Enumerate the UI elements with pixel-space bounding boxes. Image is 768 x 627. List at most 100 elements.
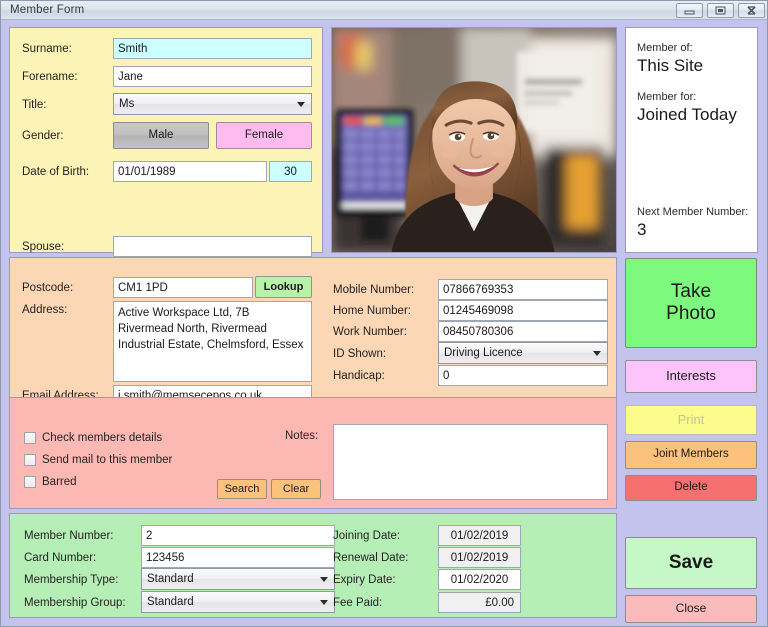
forename-input[interactable]: Jane xyxy=(113,66,312,87)
handicap-label: Handicap: xyxy=(333,370,385,382)
notes-label: Notes: xyxy=(285,430,319,442)
membership-details-panel: Member Number: 2 Card Number: 123456 Mem… xyxy=(9,513,617,618)
save-button[interactable]: Save xyxy=(625,537,757,589)
age-display: 30 xyxy=(269,161,312,182)
surname-label: Surname: xyxy=(22,43,72,55)
search-button[interactable]: Search xyxy=(217,479,267,499)
postcode-lookup-button[interactable]: Lookup xyxy=(255,276,312,298)
membership-type-label: Membership Type: xyxy=(24,574,119,586)
work-number-input[interactable]: 08450780306 xyxy=(438,321,608,342)
gender-male-button[interactable]: Male xyxy=(113,122,209,149)
title-label: Title: xyxy=(22,99,47,111)
member-number-input[interactable]: 2 xyxy=(141,525,335,546)
next-member-number-label: Next Member Number: xyxy=(637,206,749,218)
member-for-label: Member for: xyxy=(637,91,697,103)
print-button[interactable]: Print xyxy=(625,405,757,435)
title-select-value: Ms xyxy=(119,98,135,110)
mobile-number-label: Mobile Number: xyxy=(333,284,415,296)
address-input[interactable]: Active Workspace Ltd, 7B Rivermead North… xyxy=(113,301,312,382)
member-for-value: Joined Today xyxy=(637,105,737,124)
id-shown-label: ID Shown: xyxy=(333,348,387,360)
spouse-label: Spouse: xyxy=(22,241,65,253)
postcode-input[interactable]: CM1 1PD xyxy=(113,277,253,298)
member-photo[interactable] xyxy=(331,27,617,253)
chevron-down-icon xyxy=(297,102,305,107)
member-photo-image xyxy=(332,28,616,252)
window-controls xyxy=(676,3,765,18)
close-icon xyxy=(745,5,758,16)
delete-button[interactable]: Delete xyxy=(625,475,757,501)
membership-type-select[interactable]: Standard xyxy=(141,568,335,590)
gender-label: Gender: xyxy=(22,130,64,142)
postcode-label: Postcode: xyxy=(22,282,74,294)
restore-button[interactable] xyxy=(707,3,734,18)
expiry-date-label: Expiry Date: xyxy=(333,574,396,586)
chevron-down-icon xyxy=(320,577,328,582)
fee-paid-label: Fee Paid: xyxy=(333,597,383,609)
membership-group-value: Standard xyxy=(147,596,194,608)
checkbox-icon xyxy=(24,476,36,488)
barred-label: Barred xyxy=(42,476,77,488)
renewal-date-label: Renewal Date: xyxy=(333,552,409,564)
minimize-button[interactable] xyxy=(676,3,703,18)
address-label: Address: xyxy=(22,304,68,316)
next-member-number-value: 3 xyxy=(637,220,647,239)
home-number-label: Home Number: xyxy=(333,305,411,317)
member-number-label: Member Number: xyxy=(24,530,114,542)
joint-members-button[interactable]: Joint Members xyxy=(625,441,757,469)
member-of-value: This Site xyxy=(637,56,704,75)
title-select[interactable]: Ms xyxy=(113,93,312,115)
home-number-input[interactable]: 01245469098 xyxy=(438,300,608,321)
chevron-down-icon xyxy=(320,600,328,605)
surname-input[interactable]: Smith xyxy=(113,38,312,59)
send-mail-label: Send mail to this member xyxy=(42,454,173,466)
work-number-label: Work Number: xyxy=(333,326,407,338)
date-of-birth-input[interactable]: 01/01/1989 xyxy=(113,161,267,182)
membership-type-value: Standard xyxy=(147,573,194,585)
fee-paid-input: £0.00 xyxy=(438,592,521,613)
renewal-date-input[interactable]: 01/02/2019 xyxy=(438,547,521,568)
membership-group-label: Membership Group: xyxy=(24,597,126,609)
personal-details-panel: Surname: Smith Forename: Jane Title: Ms … xyxy=(9,27,323,257)
membership-info-panel: Member of: This Site Member for: Joined … xyxy=(625,27,758,253)
title-bar: Member Form xyxy=(1,1,767,20)
id-shown-select-value: Driving Licence xyxy=(444,347,523,359)
notes-textarea[interactable] xyxy=(333,424,608,500)
restore-icon xyxy=(714,5,727,16)
forename-label: Forename: xyxy=(22,71,78,83)
membership-group-select[interactable]: Standard xyxy=(141,591,335,613)
contact-details-panel: Postcode: CM1 1PD Lookup Address: Active… xyxy=(9,257,617,412)
minimize-icon xyxy=(683,6,696,15)
handicap-input[interactable]: 0 xyxy=(438,365,608,386)
chevron-down-icon xyxy=(593,351,601,356)
checkbox-icon xyxy=(24,432,36,444)
checkbox-icon xyxy=(24,454,36,466)
barred-checkbox[interactable]: Barred xyxy=(24,476,77,488)
interests-button[interactable]: Interests xyxy=(625,360,757,393)
member-flags-panel: Check members details Send mail to this … xyxy=(9,397,617,509)
joining-date-label: Joining Date: xyxy=(333,530,401,542)
take-photo-line1: Take xyxy=(670,281,712,303)
clear-button[interactable]: Clear xyxy=(271,479,321,499)
window-title: Member Form xyxy=(10,4,85,16)
member-form-window: Member Form Surname: Smith Forename: Jan… xyxy=(0,0,768,627)
close-button[interactable] xyxy=(738,3,765,18)
take-photo-button[interactable]: Take Photo xyxy=(625,258,757,348)
form-client-area: Surname: Smith Forename: Jane Title: Ms … xyxy=(1,20,767,626)
spouse-input[interactable] xyxy=(113,236,312,257)
check-members-details-checkbox[interactable]: Check members details xyxy=(24,432,162,444)
card-number-label: Card Number: xyxy=(24,552,97,564)
close-form-button[interactable]: Close xyxy=(625,595,757,623)
joining-date-input[interactable]: 01/02/2019 xyxy=(438,525,521,546)
mobile-number-input[interactable]: 07866769353 xyxy=(438,279,608,300)
check-members-details-label: Check members details xyxy=(42,432,163,444)
send-mail-checkbox[interactable]: Send mail to this member xyxy=(24,454,172,466)
expiry-date-input[interactable]: 01/02/2020 xyxy=(438,569,521,590)
gender-female-button[interactable]: Female xyxy=(216,122,312,149)
id-shown-select[interactable]: Driving Licence xyxy=(438,342,608,364)
member-of-label: Member of: xyxy=(637,42,693,54)
date-of-birth-label: Date of Birth: xyxy=(22,166,90,178)
card-number-input[interactable]: 123456 xyxy=(141,547,335,568)
take-photo-line2: Photo xyxy=(666,303,716,324)
take-photo-label: Take Photo xyxy=(666,281,716,325)
